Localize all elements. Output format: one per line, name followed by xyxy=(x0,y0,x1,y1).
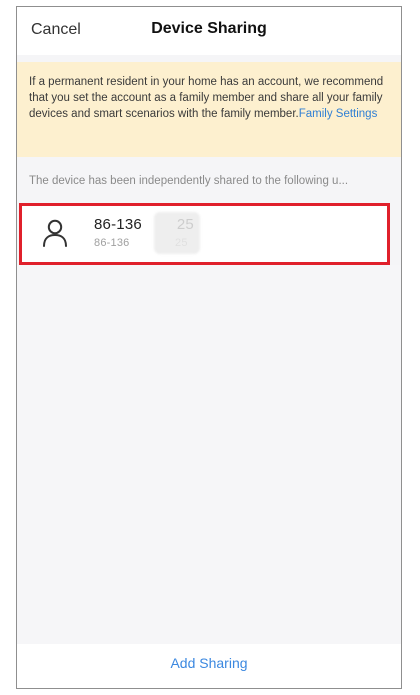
page-title: Device Sharing xyxy=(151,20,267,37)
device-sharing-screen: Cancel Device Sharing If a permanent res… xyxy=(16,6,402,689)
empty-content-area xyxy=(17,265,401,645)
add-sharing-button[interactable]: Add Sharing xyxy=(170,655,247,671)
navigation-bar: Cancel Device Sharing xyxy=(17,7,401,55)
bottom-action-bar: Add Sharing xyxy=(17,644,401,688)
shared-users-section-label: The device has been independently shared… xyxy=(29,175,349,187)
redaction-blur xyxy=(154,212,200,254)
shared-user-row[interactable]: 86-136 25 86-136 25 xyxy=(19,203,390,265)
family-settings-link[interactable]: Family Settings xyxy=(299,108,378,120)
person-icon xyxy=(43,219,67,247)
family-member-notice: If a permanent resident in your home has… xyxy=(17,62,401,157)
